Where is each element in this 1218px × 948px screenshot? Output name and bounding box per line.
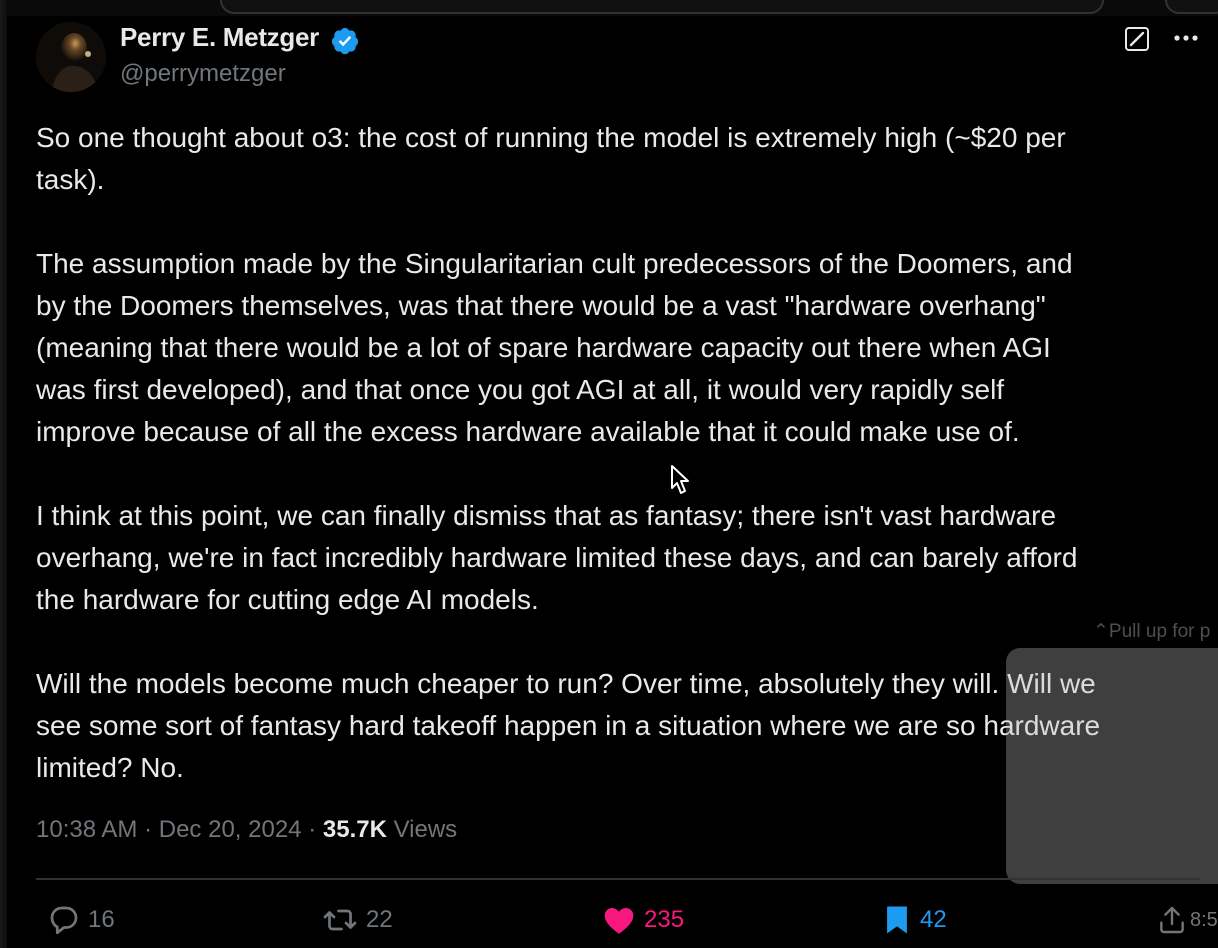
double-chevron-up-icon: ⌃: [1093, 621, 1109, 642]
views-count[interactable]: 35.7K: [323, 816, 387, 843]
reply-icon: [50, 906, 78, 935]
more-icon[interactable]: [1168, 24, 1204, 52]
tweet-line: So one thought about o3: the cost of run…: [36, 122, 1066, 153]
tweet-line: by the Doomers themselves, was that ther…: [36, 290, 1046, 321]
reply-button[interactable]: 16: [46, 900, 115, 940]
repost-count: 22: [366, 906, 393, 933]
share-count-partial: 8:5: [1190, 908, 1218, 931]
tweet-timestamp[interactable]: 10:38 AM · Dec 20, 2024 · 35.7K Views: [36, 816, 457, 844]
avatar[interactable]: [36, 22, 106, 92]
tweet-line: task).: [36, 164, 105, 195]
repost-button[interactable]: 22: [320, 900, 393, 940]
like-button[interactable]: 235: [600, 900, 684, 940]
top-search-pill[interactable]: [220, 0, 1104, 14]
pip-overlay[interactable]: [1006, 648, 1218, 884]
grok-icon[interactable]: [1123, 25, 1151, 53]
tweet-line: I think at this point, we can finally di…: [36, 500, 1057, 531]
tweet-paragraph: So one thought about o3: the cost of run…: [36, 117, 1216, 201]
reply-count: 16: [88, 906, 115, 933]
tweet-line: see some sort of fantasy hard takeoff ha…: [36, 710, 1101, 741]
author-display-name[interactable]: Perry E. Metzger: [120, 22, 319, 53]
separator: ·: [308, 816, 317, 843]
tweet-paragraph: The assumption made by the Singularitari…: [36, 243, 1216, 453]
share-button[interactable]: 8:5: [1156, 900, 1218, 940]
tweet-line: the hardware for cutting edge AI models.: [36, 584, 539, 615]
bookmark-button[interactable]: 42: [880, 900, 947, 940]
author-handle[interactable]: @perrymetzger: [120, 60, 286, 88]
tweet-line: Will the models become much cheaper to r…: [36, 668, 1096, 699]
divider: [36, 878, 1200, 880]
top-action-pill[interactable]: [1165, 0, 1218, 14]
tweet-line: improve because of all the excess hardwa…: [36, 416, 1020, 447]
like-count: 235: [644, 906, 685, 933]
repost-icon: [323, 909, 357, 931]
tweet-line: overhang, we're in fact incredibly hardw…: [36, 542, 1078, 573]
views-label: Views: [393, 816, 458, 843]
mouse-cursor-icon: [671, 465, 689, 494]
verified-badge-icon[interactable]: [330, 26, 360, 56]
top-bar: [0, 0, 1218, 16]
bookmark-icon: [887, 906, 907, 934]
bookmark-count: 42: [920, 906, 947, 933]
pull-up-hint-text: Pull up for p: [1108, 621, 1211, 642]
tweet-date[interactable]: Dec 20, 2024: [159, 816, 302, 843]
heart-icon: [604, 908, 634, 934]
tweet-line: was first developed), and that once you …: [36, 374, 1005, 405]
share-icon: [1160, 906, 1184, 934]
tweet-line: (meaning that there would be a lot of sp…: [36, 332, 1051, 363]
separator: ·: [144, 816, 153, 843]
tweet-line: The assumption made by the Singularitari…: [36, 248, 1073, 279]
tweet-line: limited? No.: [36, 752, 184, 783]
tweet-paragraph: I think at this point, we can finally di…: [36, 495, 1216, 621]
left-border: [0, 0, 7, 948]
pull-up-hint: ⌃Pull up for p: [1093, 620, 1210, 643]
tweet-time[interactable]: 10:38 AM: [36, 816, 137, 843]
